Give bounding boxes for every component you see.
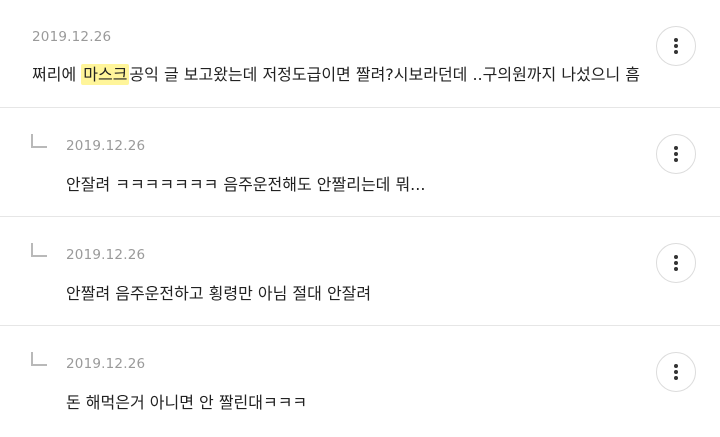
more-options-button[interactable] bbox=[656, 352, 696, 392]
comment: 2019.12.26 쩌리에 마스크 공익 글 보고왔는데 저정도급이면 짤려?시… bbox=[0, 0, 720, 108]
comment-text: 안짤려 음주운전하고 횡령만 아님 절대 안잘려 bbox=[66, 284, 372, 303]
comment-date: 2019.12.26 bbox=[66, 138, 146, 154]
reply-arrow-icon bbox=[31, 352, 47, 366]
reply-comment: 2019.12.26 돈 해먹은거 아니면 안 짤린대ㅋㅋㅋ bbox=[0, 326, 720, 437]
more-vertical-icon bbox=[674, 146, 678, 162]
comment-text-end: 공익 글 보고왔는데 저정도급이면 짤려?시보라던데 ..구의원까지 나섰으니 … bbox=[129, 65, 641, 84]
comment-date: 2019.12.26 bbox=[66, 247, 146, 263]
comment-text: 쩌리에 마스크 공익 글 보고왔는데 저정도급이면 짤려?시보라던데 ..구의원까… bbox=[32, 61, 640, 85]
reply-comment: 2019.12.26 안짤려 음주운전하고 횡령만 아님 절대 안잘려 bbox=[0, 217, 720, 326]
more-options-button[interactable] bbox=[656, 26, 696, 66]
more-vertical-icon bbox=[674, 38, 678, 54]
comment-thread: 2019.12.26 쩌리에 마스크 공익 글 보고왔는데 저정도급이면 짤려?시… bbox=[0, 0, 720, 437]
more-vertical-icon bbox=[674, 364, 678, 380]
comment-text-start: 쩌리에 bbox=[32, 65, 82, 84]
comment-text: 돈 해먹은거 아니면 안 짤린대ㅋㅋㅋ bbox=[66, 393, 308, 412]
reply-arrow-icon bbox=[31, 243, 47, 257]
highlighted-keyword: 마스크 bbox=[81, 64, 130, 85]
more-options-button[interactable] bbox=[656, 243, 696, 283]
comment-text: 안잘려 ㅋㅋㅋㅋㅋㅋㅋ 음주운전해도 안짤리는데 뭐... bbox=[66, 175, 426, 194]
more-options-button[interactable] bbox=[656, 134, 696, 174]
more-vertical-icon bbox=[674, 255, 678, 271]
reply-arrow-icon bbox=[31, 134, 47, 148]
comment-date: 2019.12.26 bbox=[32, 29, 112, 45]
comment-date: 2019.12.26 bbox=[66, 356, 146, 372]
reply-comment: 2019.12.26 안잘려 ㅋㅋㅋㅋㅋㅋㅋ 음주운전해도 안짤리는데 뭐... bbox=[0, 108, 720, 217]
